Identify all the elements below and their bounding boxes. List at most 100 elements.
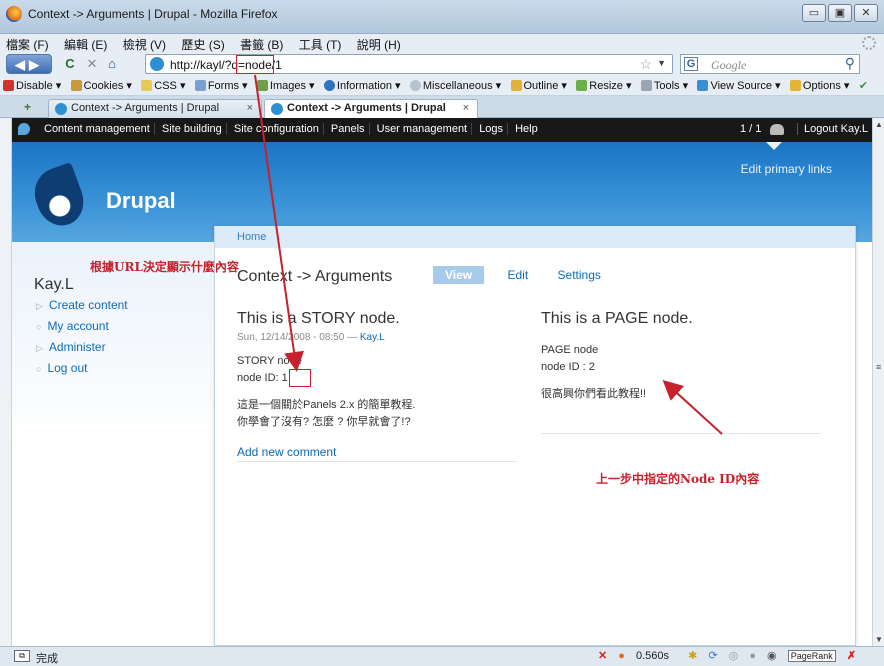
miscellaneous-icon [409,80,421,91]
window-left-edge [0,118,12,646]
logout-link[interactable]: Logout Kay.L [796,123,868,135]
drupal-admin-icon[interactable] [18,123,30,135]
page-viewport: Content management Site building Site co… [12,118,872,646]
story-node-id-label: node ID [237,372,276,384]
new-tab-icon[interactable]: + [24,100,40,114]
sidebar-item-my-account[interactable]: ○ My account [36,319,128,340]
page-node-body: 很高興你們看此教程!! [541,388,647,400]
page-node-title[interactable]: This is a PAGE node. [541,310,821,328]
tab-label: Context -> Arguments | Drupal [71,102,220,114]
navigation-toolbar: ◀▶ C ✕ ⌂ http://kayl/?q=node/1 ☆ ▼ G Goo… [0,52,884,76]
tab-context-arguments-2[interactable]: Context -> Arguments | Drupal × [264,99,478,119]
tab-context-arguments-1[interactable]: Context -> Arguments | Drupal × [48,99,262,118]
add-new-comment-link[interactable]: Add new comment [237,445,336,459]
reload-icon[interactable]: C [62,54,78,74]
url-highlight-box [236,55,274,74]
home-icon[interactable]: ⌂ [104,54,120,74]
site-name[interactable]: Drupal [106,188,176,214]
sidebar-item-create-content[interactable]: ▷ Create content [36,298,128,319]
sidebar-username: Kay.L [34,276,74,293]
tab-edit[interactable]: Edit [501,266,534,284]
page-title: Context -> Arguments [237,268,393,285]
toolbar-options[interactable]: Options ▾ [787,76,853,95]
toolbar-disable[interactable]: Disable ▾ [0,76,64,95]
leaf-bullet-icon: ○ [36,364,42,374]
toolbar-cookies[interactable]: Cookies ▾ [68,76,135,95]
toolbar-css[interactable]: CSS ▾ [138,76,188,95]
vertical-scrollbar[interactable]: ▲ ≡ ▼ [872,118,884,646]
addon-icon-2[interactable]: ● [749,650,756,662]
google-engine-icon[interactable]: G [684,57,698,71]
story-node-meta: Sun, 12/14/2008 - 08:50 — Kay.L [237,332,517,343]
story-node-title[interactable]: This is a STORY node. [237,310,517,328]
toolbar-resize[interactable]: Resize ▾ [573,76,634,95]
options-icon [789,80,801,91]
scroll-up-icon[interactable]: ▲ [875,120,883,129]
sidebar-item-label[interactable]: Create content [49,298,128,312]
search-icon[interactable]: ⚲ [845,55,855,72]
search-box[interactable]: G Google ⚲ [680,54,860,74]
error-icon[interactable]: ✕ [598,650,607,662]
admin-content-management[interactable]: Content management [44,123,155,135]
css-icon [141,80,153,91]
scroll-down-icon[interactable]: ▼ [875,635,883,644]
sidebar-item-label[interactable]: Administer [49,340,106,354]
web-developer-toolbar: Disable ▾ Cookies ▾ CSS ▾ Forms ▾ Images… [0,76,884,96]
tab-view[interactable]: View [433,266,485,284]
yslow-icon[interactable]: ✱ [688,650,697,662]
firebug-timing[interactable]: ● 0.560s [618,650,677,662]
addon-icon-3[interactable]: ◉ [767,650,777,662]
pagerank-badge[interactable]: PageRank [787,650,836,662]
toolbar-outline[interactable]: Outline ▾ [508,76,570,95]
sync-icon[interactable]: ⟳ [708,650,717,662]
tab-close-icon[interactable]: × [247,100,253,117]
tab-close-icon[interactable]: × [463,100,469,117]
view-source-icon [697,80,709,91]
addon-icon-1[interactable]: ◎ [729,650,739,662]
scroll-grip-icon[interactable]: ≡ [876,362,881,372]
page-tabs: View Edit Settings [433,266,621,284]
story-node-date: Sun, 12/14/2008 - 08:50 — [237,332,360,343]
drupal-logo-icon[interactable] [27,161,91,233]
sidebar-item-label[interactable]: Log out [47,361,87,375]
toolbar-images[interactable]: Images ▾ [254,76,318,95]
bookmark-star-icon[interactable]: ☆ [639,56,652,73]
edit-primary-links[interactable]: Edit primary links [741,162,832,176]
admin-help[interactable]: Help [515,123,542,135]
firebug-icon: ● [618,650,625,662]
site-favicon-icon [150,57,164,71]
stop-icon[interactable]: ✕ [84,54,100,74]
breadcrumb[interactable]: Home [237,231,266,243]
sidebar-item-log-out[interactable]: ○ Log out [36,361,128,382]
disable-addon-icon[interactable]: ✗ [847,650,856,662]
toolbar-miscellaneous[interactable]: Miscellaneous ▾ [407,76,504,95]
sidebar-item-label[interactable]: My account [47,319,108,333]
admin-logs[interactable]: Logs [479,123,509,135]
information-icon [323,80,335,91]
back-forward-button[interactable]: ◀▶ [6,54,52,74]
sidebar: Kay.L ▷ Create content ○ My account ▷ Admin… [12,242,212,646]
admin-user-management[interactable]: User management [376,123,473,135]
status-addons: ✕ ● 0.560s ✱ ⟳ ◎ ● ◉ PageRank ✗ [598,649,864,662]
story-node-author-link[interactable]: Kay.L [360,332,385,343]
admin-site-building[interactable]: Site building [161,123,227,135]
minimize-button[interactable]: ▭ [802,4,826,22]
story-node-id: node ID: 1 [237,370,517,387]
toolbar-view-source[interactable]: View Source ▾ [694,76,783,95]
sidebar-item-administer[interactable]: ▷ Administer [36,340,128,361]
admin-site-configuration[interactable]: Site configuration [233,123,324,135]
toolbar-tools[interactable]: Tools ▾ [638,76,691,95]
maximize-button[interactable]: ▣ [828,4,852,22]
url-dropdown-icon[interactable]: ▼ [657,58,666,68]
admin-panels[interactable]: Panels [330,123,370,135]
tab-settings[interactable]: Settings [552,266,607,284]
close-window-button[interactable]: ✕ [854,4,878,22]
status-bar: ⧉ 完成 ✕ ● 0.560s ✱ ⟳ ◎ ● ◉ PageRank ✗ [0,646,884,666]
toolbar-information[interactable]: Information ▾ [321,76,404,95]
toolbar-forms[interactable]: Forms ▾ [192,76,251,95]
url-bar[interactable]: http://kayl/?q=node/1 ☆ ▼ [145,54,673,74]
firefox-icon [6,6,22,22]
story-node-body-line2: 你學會了沒有? 怎麼 ? 你早就會了!? [237,416,411,428]
story-node-id-value: : 1 [275,372,288,384]
check-icon[interactable]: ✔ [856,76,871,95]
